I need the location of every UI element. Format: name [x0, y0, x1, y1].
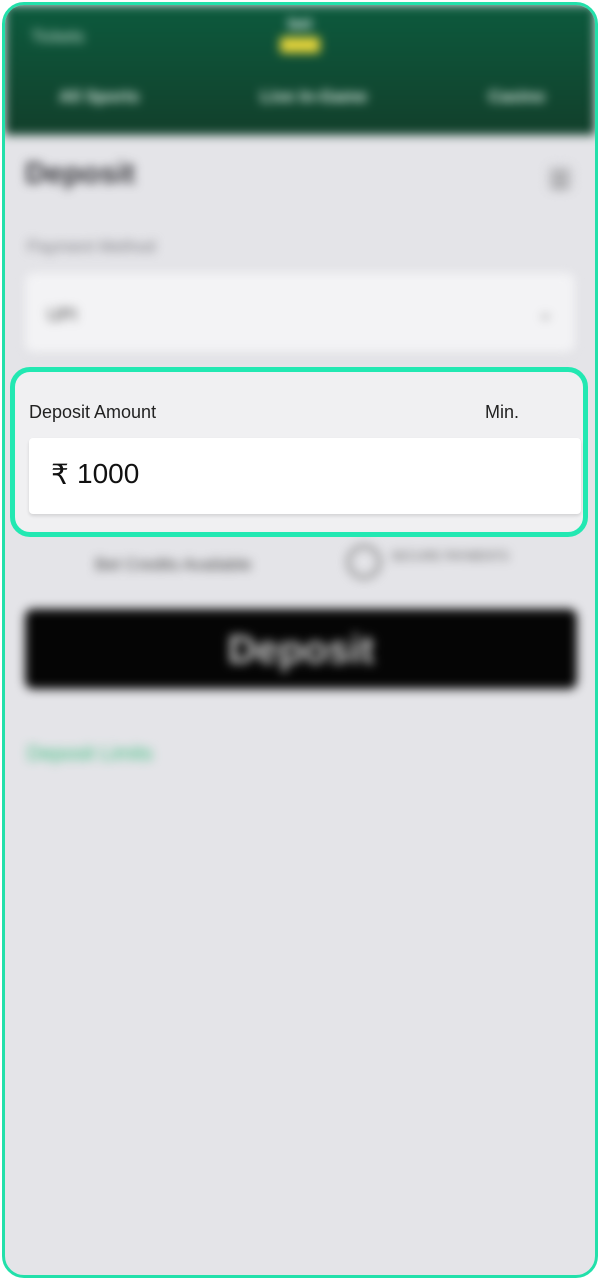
deposit-amount-card: Deposit Amount Min. ₹ [10, 367, 588, 537]
main-nav: All Sports Live In-Game Casino [5, 87, 595, 125]
chevron-down-icon: ⌄ [537, 303, 553, 323]
hamburger-menu-icon[interactable] [547, 165, 573, 191]
min-amount-label: Min. [485, 402, 520, 422]
tickets-link[interactable]: Tickets [31, 27, 84, 47]
deposit-button[interactable]: Deposit [25, 609, 577, 689]
secure-badge-text: SECURE PAYMENTS [391, 549, 509, 563]
secure-badge-icon [347, 545, 381, 579]
page-title: Deposit [25, 157, 136, 190]
deposit-amount-label: Deposit Amount [29, 402, 157, 422]
promo-text: Bet Credits Available [95, 555, 252, 574]
phone-frame: Tickets bet All Sports Live In-Game Casi… [2, 2, 598, 1278]
deposit-limits-link[interactable]: Deposit Limits [27, 743, 153, 766]
logo-bar [280, 37, 320, 53]
app-header: Tickets bet All Sports Live In-Game Casi… [5, 5, 595, 135]
payment-method-value: UPI [47, 305, 78, 325]
promo-row: Bet Credits Available SECURE PAYMENTS [95, 545, 525, 585]
nav-all-sports[interactable]: All Sports [59, 87, 139, 125]
nav-casino[interactable]: Casino [488, 87, 545, 125]
deposit-amount-input[interactable] [77, 454, 557, 494]
logo-text: bet [288, 16, 312, 33]
nav-live-in-game[interactable]: Live In-Game [260, 87, 367, 125]
deposit-amount-field[interactable]: ₹ [29, 438, 581, 514]
rupee-icon: ₹ [51, 459, 69, 490]
payment-method-label: Payment Method [27, 237, 156, 256]
brand-logo[interactable]: bet [277, 15, 323, 59]
payment-method-select[interactable]: UPI ⌄ [25, 273, 575, 353]
